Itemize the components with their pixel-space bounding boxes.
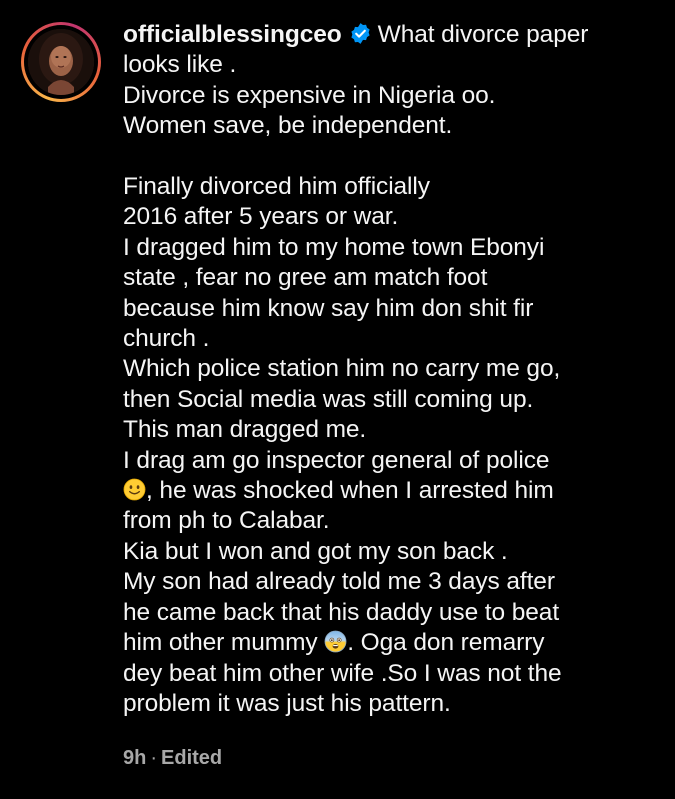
avatar[interactable] [28, 29, 94, 95]
caption-line: I dragged him to my home town Ebonyi [123, 233, 545, 261]
caption-emoji-line-2-after: . Oga don remarry [347, 629, 545, 657]
edited-label: Edited [161, 747, 223, 769]
caption-line: I drag am go inspector general of police [123, 446, 550, 474]
username-link[interactable]: officialblessingceo [123, 21, 342, 48]
meta-separator: · [150, 747, 158, 769]
caption-line: from ph to Calabar. [123, 507, 330, 535]
caption-line: Finally divorced him officially [123, 173, 430, 201]
caption-emoji-line-1: , he was shocked when I arrested him [123, 476, 658, 506]
verified-badge-icon [349, 22, 372, 45]
avatar-story-ring[interactable] [21, 22, 101, 102]
caption-emoji-line-2: him other mummy . Oga don remarry [123, 628, 658, 658]
caption-line: Which police station him no carry me go, [123, 355, 561, 383]
caption-line: My son had already told me 3 days after [123, 568, 555, 596]
caption-line: problem it was just his pattern. [123, 689, 451, 717]
caption-line: state , fear no gree am match foot [123, 264, 488, 292]
caption-first-text: What divorce paper [377, 21, 589, 48]
caption-emoji-line-1-text: , he was shocked when I arrested him [146, 477, 554, 505]
caption-emoji-line-2-before: him other mummy [123, 629, 318, 657]
caption-first-line: officialblessingceo What divorce paper [123, 20, 658, 50]
caption-line: This man dragged me. [123, 416, 367, 444]
caption-line: he came back that his daddy use to beat [123, 598, 560, 626]
caption-line: Women save, be independent. [123, 112, 453, 140]
caption-line: looks like . [123, 51, 237, 79]
caption-line: dey beat him other wife .So I was not th… [123, 659, 562, 687]
avatar-photo-icon [28, 29, 94, 95]
post-caption: officialblessingceo What divorce paper lo… [0, 0, 675, 799]
caption-line: Kia but I won and got my son back . [123, 537, 508, 565]
caption-line: Divorce is expensive in Nigeria oo. [123, 81, 496, 109]
caption-line: then Social media was still coming up. [123, 385, 534, 413]
caption-line: 2016 after 5 years or war. [123, 203, 399, 231]
fearful-face-emoji-icon [324, 630, 347, 653]
caption-line: because him know say him don shit fir [123, 294, 534, 322]
caption-text: officialblessingceo What divorce paper lo… [123, 20, 658, 719]
slightly-smiling-face-emoji-icon [123, 478, 146, 501]
post-timestamp[interactable]: 9h [123, 747, 146, 769]
post-meta: 9h · Edited [123, 747, 222, 770]
caption-line: church . [123, 325, 210, 353]
